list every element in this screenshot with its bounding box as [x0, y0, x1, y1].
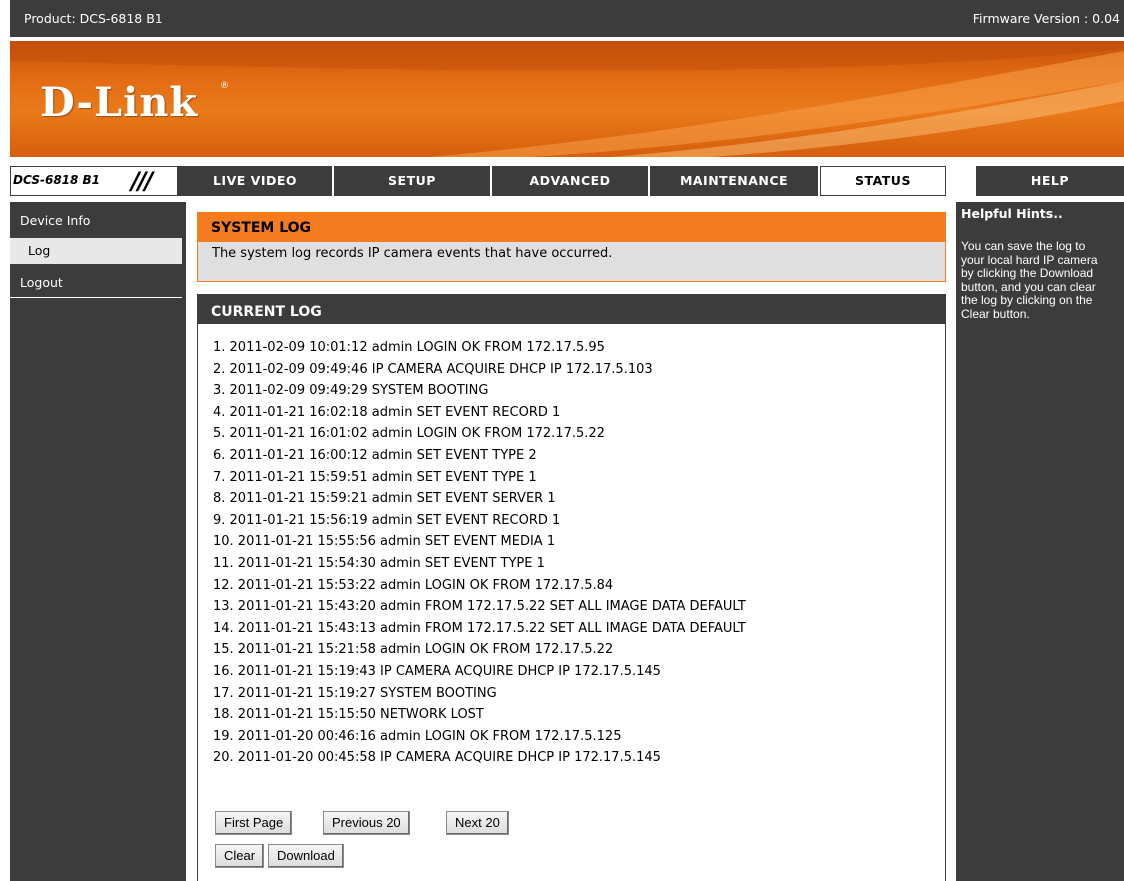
log-entry: 2. 2011-02-09 09:49:46 IP CAMERA ACQUIRE… — [213, 361, 653, 377]
brand-banner: D-Link ® — [10, 41, 1124, 157]
hints-title: Helpful Hints.. — [961, 206, 1063, 221]
helpful-hints-panel: Helpful Hints.. You can save the log to … — [956, 202, 1124, 881]
next-20-button[interactable]: Next 20 — [446, 811, 509, 835]
log-entry: 6. 2011-01-21 16:00:12 admin SET EVENT T… — [213, 447, 537, 463]
log-entry: 7. 2011-01-21 15:59:51 admin SET EVENT T… — [213, 469, 537, 485]
previous-20-button[interactable]: Previous 20 — [323, 811, 410, 835]
tab-setup[interactable]: SETUP — [334, 166, 490, 196]
registered-mark: ® — [220, 81, 229, 91]
sidebar-item-device-info[interactable]: Device Info — [10, 208, 182, 234]
log-entry: 18. 2011-01-21 15:15:50 NETWORK LOST — [213, 707, 484, 723]
log-entry: 1. 2011-02-09 10:01:12 admin LOGIN OK FR… — [213, 340, 605, 355]
log-entry: 13. 2011-01-21 15:43:20 admin FROM 172.1… — [213, 599, 746, 615]
divider — [10, 157, 1124, 164]
log-entry: 14. 2011-01-21 15:43:13 admin FROM 172.1… — [213, 620, 746, 636]
system-log-description: The system log records IP camera events … — [197, 242, 946, 282]
log-entry: 20. 2011-01-20 00:45:58 IP CAMERA ACQUIR… — [213, 750, 661, 766]
log-entry: 9. 2011-01-21 15:56:19 admin SET EVENT R… — [213, 512, 561, 528]
slashes-decoration: /// — [131, 167, 153, 195]
log-entry: 8. 2011-01-21 15:59:21 admin SET EVENT S… — [213, 491, 556, 507]
hints-text: You can save the log to your local hard … — [961, 239, 1098, 321]
log-entry: 19. 2011-01-20 00:46:16 admin LOGIN OK F… — [213, 728, 622, 744]
log-entry: 3. 2011-02-09 09:49:29 SYSTEM BOOTING — [213, 383, 489, 399]
sidebar-item-log[interactable]: Log — [10, 238, 182, 264]
download-button[interactable]: Download — [268, 844, 344, 868]
tab-live-video[interactable]: LIVE VIDEO — [178, 166, 332, 196]
log-entry: 10. 2011-01-21 15:55:56 admin SET EVENT … — [213, 534, 556, 550]
firmware-label: Firmware Version : 0.04 — [972, 11, 1120, 26]
log-entry: 17. 2011-01-21 15:19:27 SYSTEM BOOTING — [213, 685, 497, 701]
log-entry: 16. 2011-01-21 15:19:43 IP CAMERA ACQUIR… — [213, 663, 661, 679]
clear-button[interactable]: Clear — [215, 844, 265, 868]
product-label: Product: DCS-6818 B1 — [24, 11, 163, 26]
system-log-title: SYSTEM LOG — [197, 212, 946, 242]
log-entry: 11. 2011-01-21 15:54:30 admin SET EVENT … — [213, 555, 545, 571]
sidebar-item-logout[interactable]: Logout — [10, 270, 182, 296]
divider — [10, 297, 182, 298]
log-entry: 15. 2011-01-21 15:21:58 admin LOGIN OK F… — [213, 642, 614, 658]
log-list: 1. 2011-02-09 10:01:12 admin LOGIN OK FR… — [213, 337, 746, 769]
main-nav: DCS-6818 B1 /// LIVE VIDEO SETUP ADVANCE… — [10, 164, 1124, 198]
tab-maintenance[interactable]: MAINTENANCE — [650, 166, 818, 196]
tab-help[interactable]: HELP — [976, 166, 1124, 196]
tab-advanced[interactable]: ADVANCED — [492, 166, 648, 196]
dlink-logo: D-Link — [40, 79, 199, 126]
main-content: SYSTEM LOG The system log records IP cam… — [186, 202, 956, 881]
sidebar: Device Info Log Logout — [10, 202, 186, 881]
first-page-button[interactable]: First Page — [215, 811, 293, 835]
log-entry: 5. 2011-01-21 16:01:02 admin LOGIN OK FR… — [213, 426, 605, 442]
tab-status[interactable]: STATUS — [820, 166, 946, 196]
current-log-panel: 1. 2011-02-09 10:01:12 admin LOGIN OK FR… — [197, 324, 946, 881]
top-info-bar: Product: DCS-6818 B1 Firmware Version : … — [10, 0, 1124, 37]
current-log-title: CURRENT LOG — [197, 294, 946, 324]
model-label-cell: DCS-6818 B1 /// — [10, 166, 178, 196]
model-name: DCS-6818 B1 — [13, 173, 101, 187]
log-entry: 4. 2011-01-21 16:02:18 admin SET EVENT R… — [213, 404, 561, 420]
log-entry: 12. 2011-01-21 15:53:22 admin LOGIN OK F… — [213, 577, 614, 593]
